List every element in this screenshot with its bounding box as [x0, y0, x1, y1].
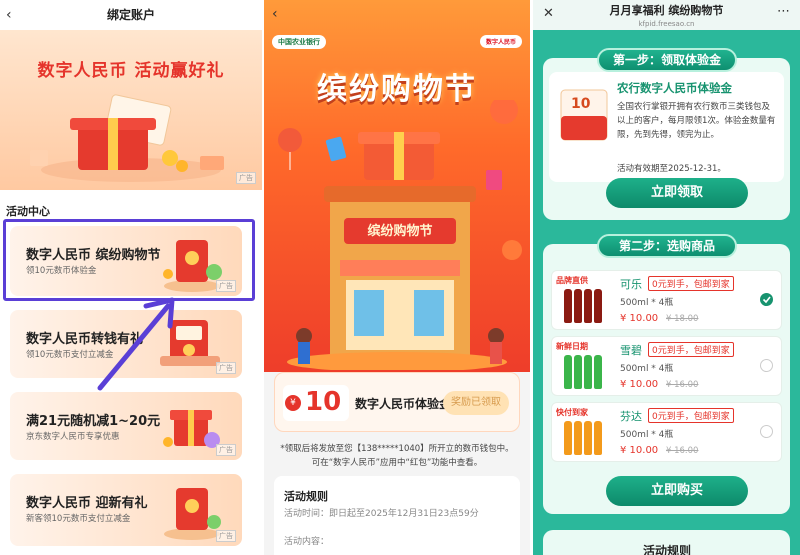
promo-banner[interactable]: 数字人民币 活动赢好礼 广告: [0, 30, 262, 190]
bottle-icon: [584, 289, 592, 323]
monthly-benefit-screen: ✕ 月月享福利 缤纷购物节 kfpid.freesao.cn ⋯ 10 农行数字…: [533, 0, 800, 555]
ecny-logo: 数字人民币: [479, 35, 522, 48]
product-spec: 500ml * 4瓶: [620, 430, 674, 440]
product-spec: 500ml * 4瓶: [620, 298, 674, 308]
chevron-left-icon[interactable]: ‹: [272, 6, 278, 22]
ad-badge: 广告: [216, 530, 236, 542]
fund-title: 农行数字人民币体验金: [617, 81, 732, 95]
close-icon[interactable]: ✕: [543, 6, 554, 21]
more-icon[interactable]: ⋯: [777, 4, 790, 19]
product-name: 雪碧: [620, 344, 642, 357]
ad-badge: 广告: [216, 444, 236, 456]
coupon-name: 数字人民币体验金: [355, 397, 452, 411]
product-name: 芬达: [620, 410, 642, 423]
annotation-arrow-icon: [97, 297, 175, 391]
highlight-box: [3, 219, 255, 301]
product-row[interactable]: 品牌直供 可乐 0元到手，包邮到家 500ml * 4瓶 ¥ 10.00 ¥ 1…: [551, 270, 782, 330]
chevron-left-icon[interactable]: ‹: [6, 0, 12, 30]
product-name: 可乐: [620, 278, 642, 291]
step2-box: 品牌直供 可乐 0元到手，包邮到家 500ml * 4瓶 ¥ 10.00 ¥ 1…: [543, 244, 790, 514]
card-subtitle: 京东数字人民币专享优惠: [26, 432, 120, 442]
bottle-icon: [574, 355, 582, 389]
rules-title: 活动规则: [284, 490, 328, 503]
envelope-amount: 10: [571, 96, 591, 112]
bank-logo: 中国农业银行: [272, 35, 326, 49]
product-price: ¥ 10.00: [620, 379, 659, 390]
product-original-price: ¥ 16.00: [666, 380, 699, 390]
product-promo: 0元到手，包邮到家: [648, 276, 734, 291]
bottle-icon: [584, 421, 592, 455]
nav-url: kfpid.freesao.cn: [638, 20, 695, 28]
section-title: 活动中心: [6, 205, 50, 218]
buy-now-button[interactable]: 立即购买: [606, 476, 748, 506]
nav-bar: ✕ 月月享福利 缤纷购物节 kfpid.freesao.cn ⋯: [533, 0, 800, 30]
nav-title: 月月享福利 缤纷购物节: [609, 4, 724, 17]
step1-label: 第一步：领取体验金: [597, 48, 737, 72]
reward-claimed-button[interactable]: 奖励已领取: [443, 391, 509, 415]
radio-button[interactable]: [760, 425, 773, 438]
rules-peek-box: 活动规则: [543, 530, 790, 555]
product-price: ¥ 10.00: [620, 313, 659, 324]
activity-card-random-discount[interactable]: 满21元随机减1~20元 京东数字人民币专享优惠 广告: [10, 392, 242, 460]
card-title: 数字人民币 迎新有礼: [26, 496, 148, 511]
bottle-icon: [564, 421, 572, 455]
product-original-price: ¥ 16.00: [666, 446, 699, 456]
bottle-icon: [574, 289, 582, 323]
bottle-icon: [564, 355, 572, 389]
rules-time: 活动时间：即日起至2025年12月31日23点59分: [284, 509, 479, 519]
account-binding-screen: ‹ 绑定账户 数字人民币 活动赢好礼 广告 活动中心 数字人民币 缤纷购物节 领…: [0, 0, 262, 555]
card-subtitle: 新客领10元数币支付立减金: [26, 514, 131, 524]
bottle-icon: [584, 355, 592, 389]
selected-check-icon[interactable]: [760, 293, 773, 306]
product-row[interactable]: 快付到家 芬达 0元到手，包邮到家 500ml * 4瓶 ¥ 10.00 ¥ 1…: [551, 402, 782, 462]
product-promo: 0元到手，包邮到家: [648, 408, 734, 423]
fund-expiry: 活动有效期至2025-12-31。: [617, 164, 726, 174]
product-row[interactable]: 新鲜日期 雪碧 0元到手，包邮到家 500ml * 4瓶 ¥ 10.00 ¥ 1…: [551, 336, 782, 396]
product-price: ¥ 10.00: [620, 445, 659, 456]
yen-icon: ¥: [285, 395, 301, 411]
product-promo: 0元到手，包邮到家: [648, 342, 734, 357]
store-sign: 缤纷购物节: [367, 224, 433, 239]
bottle-icon: [594, 289, 602, 323]
ad-badge: 广告: [216, 362, 236, 374]
radio-button[interactable]: [760, 359, 773, 372]
product-tag: 新鲜日期: [556, 342, 588, 351]
nav-bar: ‹ 绑定账户: [0, 0, 262, 30]
product-original-price: ¥ 18.00: [666, 314, 699, 324]
gift-illustration: [30, 94, 224, 182]
bottle-icon: [564, 289, 572, 323]
step2-label: 第二步：选购商品: [597, 234, 737, 258]
claim-notice: *领取后将发放至您【138*****1040】所开立的数币钱包中。可在“数字人民…: [280, 444, 514, 468]
coupon-amount: 10: [305, 387, 342, 417]
card-title: 满21元随机减1~20元: [26, 414, 161, 429]
festival-banner: ‹ 中国农业银行 数字人民币 缤纷购物节 缤纷购物节: [264, 0, 530, 372]
product-tag: 快付到家: [556, 408, 588, 417]
rules-peek-title: 活动规则: [643, 544, 692, 555]
claim-now-button[interactable]: 立即领取: [606, 178, 748, 208]
experience-fund-card: 10 农行数字人民币体验金 全国农行掌银开拥有农行数币三类钱包及以上的客户，每月…: [549, 72, 784, 182]
coupon-card: ¥ 10 数字人民币体验金 奖励已领取: [274, 372, 520, 432]
rules-content: 活动内容：: [284, 537, 330, 547]
step1-box: 10 农行数字人民币体验金 全国农行掌银开拥有农行数币三类钱包及以上的客户，每月…: [543, 58, 790, 220]
activity-card-new-user-gift[interactable]: 数字人民币 迎新有礼 新客领10元数币支付立减金 广告: [10, 474, 242, 546]
rules-card: 活动规则 活动时间：即日起至2025年12月31日23点59分 活动内容：: [274, 476, 520, 555]
fund-description: 全国农行掌银开拥有农行数币三类钱包及以上的客户，每月限领1次。体验金数量有限，先…: [617, 102, 776, 140]
coupon-amount-box: ¥ 10: [283, 385, 349, 421]
shopping-festival-screen: ‹ 中国农业银行 数字人民币 缤纷购物节 缤纷购物节 ¥ 10 数字人民币体验金…: [264, 0, 530, 555]
ad-badge: 广告: [236, 172, 256, 184]
bottle-icon: [594, 355, 602, 389]
nav-title: 绑定账户: [106, 8, 155, 22]
bottle-icon: [594, 421, 602, 455]
product-spec: 500ml * 4瓶: [620, 364, 674, 374]
product-tag: 品牌直供: [556, 276, 588, 285]
bottle-icon: [574, 421, 582, 455]
